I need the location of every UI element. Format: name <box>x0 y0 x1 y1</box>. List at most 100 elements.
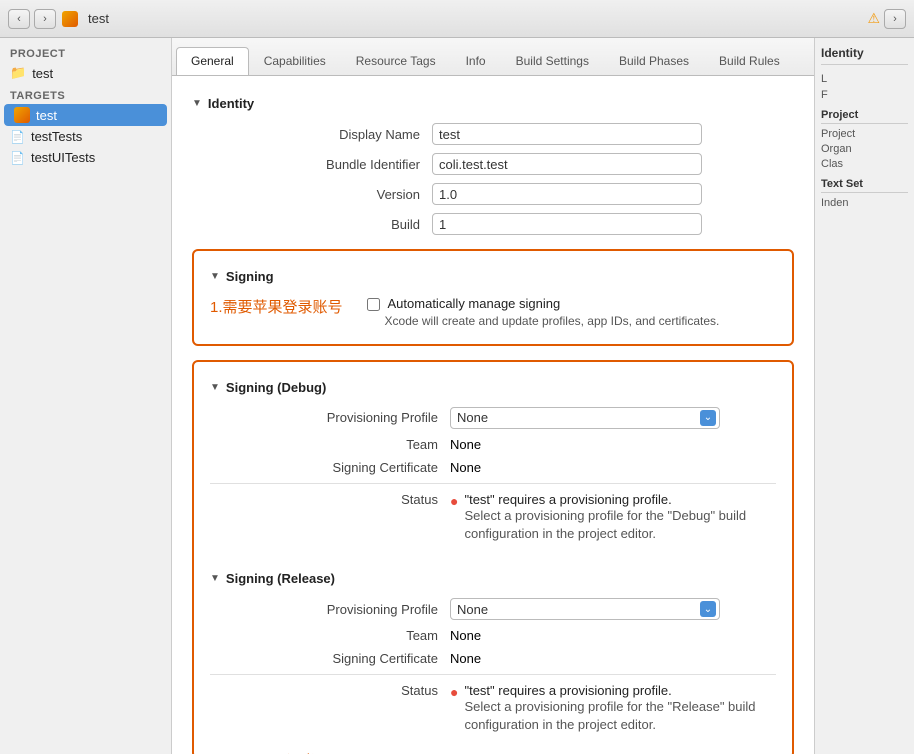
signing-debug-section: ▼ Signing (Debug) Provisioning Profile N… <box>192 360 794 754</box>
identity-section-header: ▼ Identity <box>192 96 794 111</box>
forward-button[interactable]: › <box>34 9 56 29</box>
right-panel-project-sub2: Organ <box>821 143 908 155</box>
sidebar-item-project[interactable]: 📁 test <box>0 62 171 84</box>
sidebar-target-testTests-label: testTests <box>31 129 82 144</box>
sidebar-target-test-label: test <box>36 108 57 123</box>
right-panel-project-section: Project <box>821 109 908 124</box>
bundle-id-label: Bundle Identifier <box>192 157 432 172</box>
release-status-main: "test" requires a provisioning profile. <box>464 683 776 698</box>
display-name-label: Display Name <box>192 127 432 142</box>
debug-team-label: Team <box>210 437 450 452</box>
tab-resource-tags[interactable]: Resource Tags <box>341 47 451 75</box>
release-status-sub: Select a provisioning profile for the "R… <box>464 698 776 734</box>
debug-team-row: Team None <box>210 437 776 452</box>
display-name-input[interactable] <box>432 123 702 145</box>
release-provisioning-select-wrapper: None ⌄ <box>450 598 720 620</box>
project-section-label: PROJECT <box>0 42 171 62</box>
tab-build-rules[interactable]: Build Rules <box>704 47 795 75</box>
debug-provisioning-row: Provisioning Profile None ⌄ <box>210 407 776 429</box>
right-panel-project-sub3: Clas <box>821 158 908 170</box>
debug-cert-row: Signing Certificate None <box>210 460 776 475</box>
testUITests-icon: 📄 <box>10 151 25 165</box>
sidebar-project-label: test <box>32 66 53 81</box>
release-provisioning-row: Provisioning Profile None ⌄ <box>210 598 776 620</box>
testTests-icon: 📄 <box>10 130 25 144</box>
titlebar-right: ⚠ › <box>867 9 906 29</box>
chevron-left-icon: ‹ <box>17 13 21 25</box>
sidebar-item-testTests[interactable]: 📄 testTests <box>0 126 171 147</box>
debug-status-label: Status <box>210 492 450 507</box>
identity-triangle[interactable]: ▼ <box>192 98 202 109</box>
signing-title: Signing <box>226 269 274 284</box>
tab-info[interactable]: Info <box>451 47 501 75</box>
expand-button[interactable]: › <box>884 9 906 29</box>
debug-provisioning-select-wrapper: None ⌄ <box>450 407 720 429</box>
right-panel: Identity L F Project Project Organ Clas … <box>814 38 914 754</box>
debug-team-value: None <box>450 437 481 452</box>
tab-general[interactable]: General <box>176 47 249 76</box>
signing-debug-title: Signing (Debug) <box>226 380 326 395</box>
debug-status-content: ● "test" requires a provisioning profile… <box>450 492 776 543</box>
project-icon: 📁 <box>10 65 26 81</box>
release-status-row: Status ● "test" requires a provisioning … <box>210 683 776 734</box>
release-cert-value: None <box>450 651 481 666</box>
auto-manage-desc: Xcode will create and update profiles, a… <box>385 313 720 330</box>
sidebar-item-testUITests[interactable]: 📄 testUITests <box>0 147 171 168</box>
version-label: Version <box>192 187 432 202</box>
right-panel-label2: F <box>821 89 908 101</box>
tabbar: General Capabilities Resource Tags Info … <box>172 38 814 76</box>
build-row: Build <box>192 213 794 235</box>
back-button[interactable]: ‹ <box>8 9 30 29</box>
right-panel-text-section: Text Set <box>821 178 908 193</box>
build-label: Build <box>192 217 432 232</box>
warning-icon: ⚠ <box>867 10 880 27</box>
tab-build-phases[interactable]: Build Phases <box>604 47 704 75</box>
release-team-row: Team None <box>210 628 776 643</box>
release-team-label: Team <box>210 628 450 643</box>
signing-triangle[interactable]: ▼ <box>210 271 220 282</box>
right-panel-title: Identity <box>821 46 908 65</box>
bundle-id-row: Bundle Identifier <box>192 153 794 175</box>
tab-capabilities[interactable]: Capabilities <box>249 47 341 75</box>
version-row: Version <box>192 183 794 205</box>
build-input[interactable] <box>432 213 702 235</box>
debug-cert-label: Signing Certificate <box>210 460 450 475</box>
debug-provisioning-select[interactable]: None <box>450 407 720 429</box>
signing-debug-header: ▼ Signing (Debug) <box>210 380 776 395</box>
titlebar-title: test <box>88 11 109 26</box>
debug-provisioning-label: Provisioning Profile <box>210 410 450 425</box>
release-provisioning-select[interactable]: None <box>450 598 720 620</box>
release-status-content: ● "test" requires a provisioning profile… <box>450 683 776 734</box>
main-content: ▼ Identity Display Name Bundle Identifie… <box>172 76 814 754</box>
tab-build-settings[interactable]: Build Settings <box>501 47 604 75</box>
auto-manage-label: Automatically manage signing <box>388 296 561 311</box>
titlebar: ‹ › test ⚠ › <box>0 0 914 38</box>
sidebar-target-testUITests-label: testUITests <box>31 150 95 165</box>
auto-manage-checkbox[interactable] <box>367 298 380 311</box>
right-panel-project-sub1: Project <box>821 128 908 140</box>
target-icon <box>14 107 30 123</box>
project-icon <box>62 11 78 27</box>
signing-release-header: ▼ Signing (Release) <box>210 571 776 586</box>
display-name-row: Display Name <box>192 123 794 145</box>
release-status-error-icon: ● <box>450 684 458 700</box>
auto-manage-row: Automatically manage signing <box>367 296 720 311</box>
signing-release-subsection: ▼ Signing (Release) Provisioning Profile… <box>210 571 776 734</box>
release-cert-row: Signing Certificate None <box>210 651 776 666</box>
signing-debug-note: 2.只需导入证书 <box>210 750 321 754</box>
debug-status-main: "test" requires a provisioning profile. <box>464 492 776 507</box>
release-cert-label: Signing Certificate <box>210 651 450 666</box>
signing-debug-triangle[interactable]: ▼ <box>210 382 220 393</box>
signing-section-header: ▼ Signing <box>210 269 776 284</box>
signing-release-triangle[interactable]: ▼ <box>210 573 220 584</box>
nav-controls: ‹ › <box>8 9 56 29</box>
right-panel-label1: L <box>821 73 908 85</box>
sidebar-item-test[interactable]: test <box>4 104 167 126</box>
bundle-id-input[interactable] <box>432 153 702 175</box>
release-provisioning-label: Provisioning Profile <box>210 602 450 617</box>
content-area: General Capabilities Resource Tags Info … <box>172 38 814 754</box>
chevron-right-icon: › <box>43 13 47 25</box>
signing-section: ▼ Signing 1.需要苹果登录账号 Automatically manag… <box>192 249 794 346</box>
debug-status-sub: Select a provisioning profile for the "D… <box>464 507 776 543</box>
version-input[interactable] <box>432 183 702 205</box>
